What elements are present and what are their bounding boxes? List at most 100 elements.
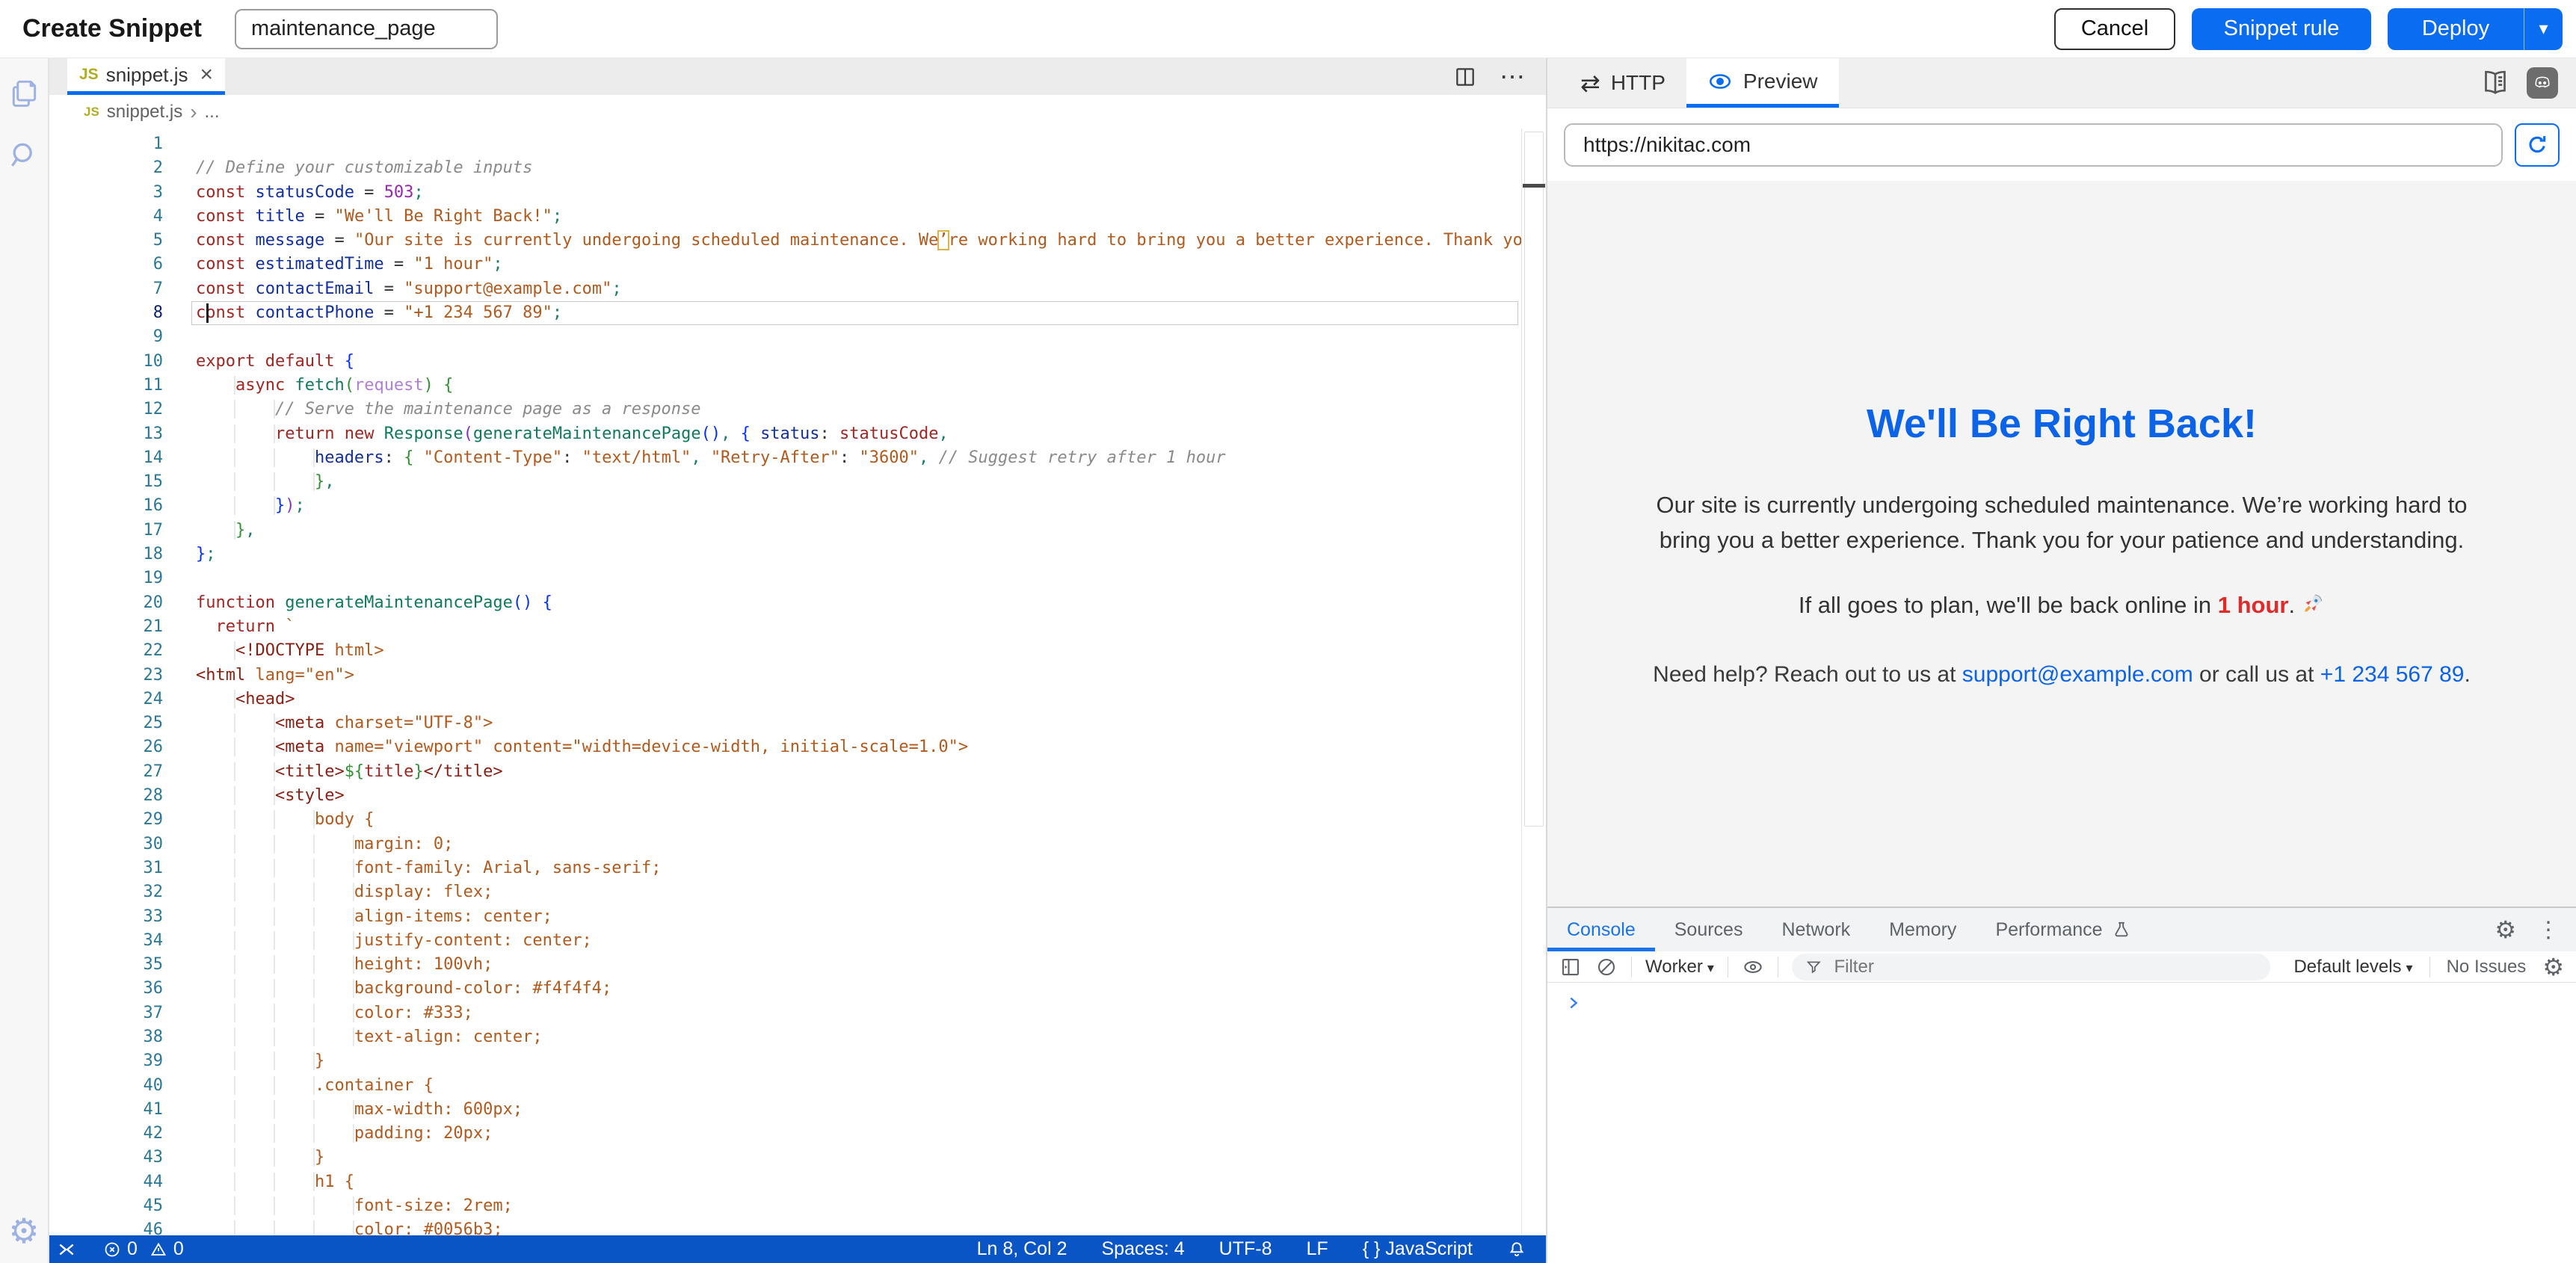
issues-counter[interactable]: No Issues [2447, 957, 2527, 978]
code-line[interactable]: 30 margin: 0; [49, 833, 1521, 856]
settings-gear-icon[interactable]: ⚙ [8, 1214, 39, 1248]
code-line[interactable]: 5const message = "Our site is currently … [49, 229, 1521, 253]
line-number[interactable]: 3 [49, 181, 196, 205]
line-number[interactable]: 29 [49, 808, 196, 832]
docs-book-icon[interactable] [2480, 68, 2510, 98]
files-icon[interactable] [7, 76, 40, 109]
breadcrumb-file[interactable]: snippet.js [107, 102, 182, 123]
line-number[interactable]: 31 [49, 856, 196, 880]
code-line[interactable]: 39 } [49, 1049, 1521, 1073]
line-number[interactable]: 36 [49, 977, 196, 1001]
line-number[interactable]: 4 [49, 205, 196, 229]
line-number[interactable]: 43 [49, 1146, 196, 1170]
devtools-settings-icon[interactable]: ⚙ [2495, 918, 2516, 942]
line-number[interactable]: 45 [49, 1194, 196, 1218]
line-number[interactable]: 5 [49, 229, 196, 253]
close-icon[interactable]: × [200, 64, 214, 86]
statusbar-item[interactable]: Ln 8, Col 2 [977, 1238, 1067, 1260]
line-number[interactable]: 40 [49, 1074, 196, 1098]
code-line[interactable]: 20function generateMaintenancePage() { [49, 591, 1521, 615]
console-output[interactable] [1547, 983, 2576, 1263]
code-line[interactable]: 37 color: #333; [49, 1001, 1521, 1025]
code-line[interactable]: 43 } [49, 1146, 1521, 1170]
line-number[interactable]: 17 [49, 519, 196, 543]
filter-input[interactable] [1832, 956, 2256, 978]
line-number[interactable]: 10 [49, 350, 196, 374]
line-number[interactable]: 8 [49, 301, 196, 325]
console-filter[interactable] [1792, 954, 2270, 981]
code-line[interactable]: 23<html lang="en"> [49, 664, 1521, 688]
remote-indicator-icon[interactable] [57, 1240, 76, 1259]
code-line[interactable]: 18}; [49, 543, 1521, 566]
notifications-bell-icon[interactable] [1507, 1240, 1526, 1259]
line-number[interactable]: 30 [49, 833, 196, 856]
code-line[interactable]: 33 align-items: center; [49, 905, 1521, 929]
console-settings-icon[interactable]: ⚙ [2542, 955, 2564, 979]
tab-http[interactable]: ⇄ HTTP [1559, 58, 1686, 108]
breadcrumb[interactable]: JS snippet.js › ... [49, 95, 1546, 129]
code-line[interactable]: 7const contactEmail = "support@example.c… [49, 277, 1521, 301]
code-line[interactable]: 28 <style> [49, 784, 1521, 808]
code-line[interactable]: 46 color: #0056b3; [49, 1218, 1521, 1235]
worker-context-dropdown[interactable]: Worker▾ [1645, 957, 1714, 978]
line-number[interactable]: 14 [49, 446, 196, 470]
line-number[interactable]: 35 [49, 953, 196, 977]
editor-scrollbar[interactable] [1521, 129, 1546, 1235]
statusbar-item[interactable]: Spaces: 4 [1101, 1238, 1184, 1260]
line-number[interactable]: 34 [49, 929, 196, 953]
code-line[interactable]: 32 display: flex; [49, 880, 1521, 904]
log-levels-dropdown[interactable]: Default levels▾ [2293, 957, 2412, 978]
code-line[interactable]: 38 text-align: center; [49, 1025, 1521, 1049]
code-line[interactable]: 12 // Serve the maintenance page as a re… [49, 398, 1521, 421]
line-number[interactable]: 41 [49, 1098, 196, 1122]
code-line[interactable]: 1 [49, 132, 1521, 156]
code-line[interactable]: 27 <title>${title}</title> [49, 760, 1521, 784]
line-number[interactable]: 32 [49, 880, 196, 904]
devtools-tab-memory[interactable]: Memory [1870, 908, 1976, 951]
code-line[interactable]: 22 <!DOCTYPE html> [49, 639, 1521, 663]
statusbar-item[interactable]: { } JavaScript [1363, 1238, 1473, 1260]
support-email-link[interactable]: support@example.com [1962, 662, 2193, 687]
code-line[interactable]: 15 }, [49, 470, 1521, 494]
discord-icon[interactable] [2527, 67, 2558, 99]
code-line[interactable]: 10export default { [49, 350, 1521, 374]
line-number[interactable]: 44 [49, 1170, 196, 1194]
console-sidebar-toggle-icon[interactable] [1559, 956, 1582, 978]
line-number[interactable]: 22 [49, 639, 196, 663]
line-number[interactable]: 13 [49, 422, 196, 446]
statusbar-item[interactable]: LF [1307, 1238, 1328, 1260]
split-editor-icon[interactable] [1453, 65, 1477, 89]
code-line[interactable]: 41 max-width: 600px; [49, 1098, 1521, 1122]
devtools-tab-network[interactable]: Network [1762, 908, 1870, 951]
line-number[interactable]: 19 [49, 566, 196, 590]
line-number[interactable]: 20 [49, 591, 196, 615]
line-number[interactable]: 23 [49, 664, 196, 688]
code-line[interactable]: 19 [49, 566, 1521, 590]
code-line[interactable]: 42 padding: 20px; [49, 1122, 1521, 1146]
code-line[interactable]: 6const estimatedTime = "1 hour"; [49, 253, 1521, 277]
code-line[interactable]: 14 headers: { "Content-Type": "text/html… [49, 446, 1521, 470]
search-icon[interactable] [7, 139, 40, 172]
breadcrumb-more[interactable]: ... [205, 102, 220, 123]
code-line[interactable]: 45 font-size: 2rem; [49, 1194, 1521, 1218]
line-number[interactable]: 21 [49, 615, 196, 639]
code-line[interactable]: 11 async fetch(request) { [49, 374, 1521, 398]
code-editor[interactable]: 12// Define your customizable inputs3con… [49, 129, 1546, 1235]
code-line[interactable]: 16 }); [49, 494, 1521, 518]
deploy-dropdown-button[interactable]: ▾ [2524, 8, 2563, 50]
line-number[interactable]: 26 [49, 735, 196, 759]
problems-indicator[interactable]: 0 0 [103, 1238, 184, 1260]
url-input[interactable] [1564, 123, 2503, 167]
code-line[interactable]: 29 body { [49, 808, 1521, 832]
code-line[interactable]: 44 h1 { [49, 1170, 1521, 1194]
clear-console-icon[interactable] [1595, 956, 1618, 978]
code-line[interactable]: 2// Define your customizable inputs [49, 156, 1521, 180]
line-number[interactable]: 28 [49, 784, 196, 808]
line-number[interactable]: 2 [49, 156, 196, 180]
code-line[interactable]: 17 }, [49, 519, 1521, 543]
code-line[interactable]: 34 justify-content: center; [49, 929, 1521, 953]
line-number[interactable]: 11 [49, 374, 196, 398]
line-number[interactable]: 9 [49, 325, 196, 349]
tab-snippet-js[interactable]: JS snippet.js × [67, 58, 225, 95]
line-number[interactable]: 42 [49, 1122, 196, 1146]
